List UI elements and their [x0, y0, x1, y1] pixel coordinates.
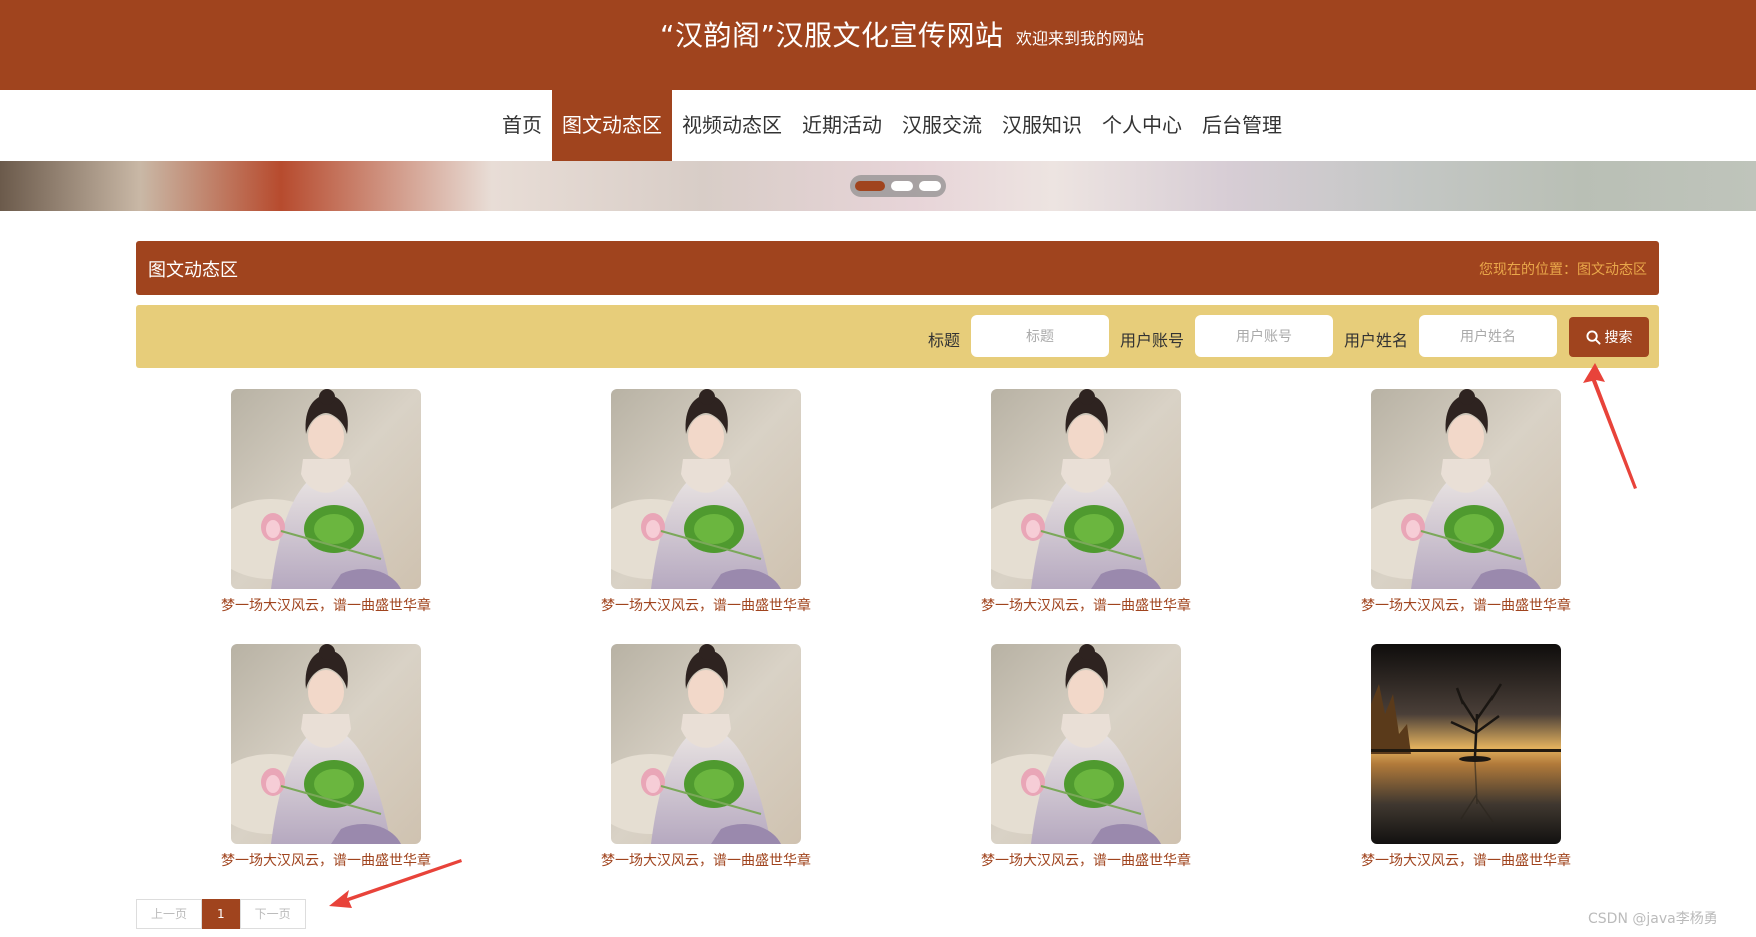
prev-page-button[interactable]: 上一页: [136, 899, 203, 929]
nav-item-admin[interactable]: 后台管理: [1192, 90, 1292, 161]
account-input[interactable]: [1195, 315, 1333, 357]
current-page-button[interactable]: 1: [202, 899, 240, 929]
pagination: 上一页 1 下一页: [136, 899, 306, 929]
title-label: 标题: [928, 331, 961, 350]
post-image[interactable]: [991, 644, 1181, 844]
search-button[interactable]: 搜索: [1569, 317, 1649, 357]
site-title: “汉韵阁”汉服文化宣传网站: [660, 19, 1004, 52]
nav-item-image-text[interactable]: 图文动态区: [552, 90, 672, 161]
title-input[interactable]: [971, 315, 1109, 357]
name-input[interactable]: [1419, 315, 1557, 357]
carousel-dot[interactable]: [855, 181, 885, 191]
section-header: 图文动态区 您现在的位置：图文动态区: [136, 241, 1659, 295]
site-header: “汉韵阁”汉服文化宣传网站 欢迎来到我的网站: [0, 0, 1756, 90]
post-title[interactable]: 梦一场大汉风云，谱一曲盛世华章: [571, 850, 841, 870]
post-card[interactable]: 梦一场大汉风云，谱一曲盛世华章: [951, 644, 1191, 874]
post-card[interactable]: 梦一场大汉风云，谱一曲盛世华章: [1331, 644, 1571, 874]
nav-item-video[interactable]: 视频动态区: [672, 90, 792, 161]
nav-item-events[interactable]: 近期活动: [792, 90, 892, 161]
welcome-text: 欢迎来到我的网站: [1016, 29, 1145, 48]
search-icon: [1585, 329, 1601, 345]
nav-item-exchange[interactable]: 汉服交流: [892, 90, 992, 161]
nav-item-home[interactable]: 首页: [492, 90, 552, 161]
post-card[interactable]: 梦一场大汉风云，谱一曲盛世华章: [571, 389, 811, 619]
watermark: CSDN @java李杨勇: [1588, 911, 1718, 927]
carousel-dot[interactable]: [919, 181, 941, 191]
post-title[interactable]: 梦一场大汉风云，谱一曲盛世华章: [1331, 595, 1601, 615]
post-image[interactable]: [231, 389, 421, 589]
search-button-label: 搜索: [1604, 330, 1633, 346]
post-image[interactable]: [1371, 644, 1561, 844]
banner-carousel: [0, 161, 1756, 211]
name-label: 用户姓名: [1344, 331, 1409, 350]
main-nav: 首页 图文动态区 视频动态区 近期活动 汉服交流 汉服知识 个人中心 后台管理: [0, 90, 1756, 161]
post-title[interactable]: 梦一场大汉风云，谱一曲盛世华章: [951, 595, 1221, 615]
section-title: 图文动态区: [148, 260, 238, 281]
post-card[interactable]: 梦一场大汉风云，谱一曲盛世华章: [571, 644, 811, 874]
carousel-indicator: [850, 175, 946, 197]
post-title[interactable]: 梦一场大汉风云，谱一曲盛世华章: [951, 850, 1221, 870]
breadcrumb: 您现在的位置：图文动态区: [1479, 262, 1647, 278]
post-title[interactable]: 梦一场大汉风云，谱一曲盛世华章: [571, 595, 841, 615]
post-image[interactable]: [991, 389, 1181, 589]
annotation-arrow: [329, 859, 462, 908]
post-image[interactable]: [1371, 389, 1561, 589]
next-page-button[interactable]: 下一页: [239, 899, 306, 929]
post-image[interactable]: [231, 644, 421, 844]
post-card[interactable]: 梦一场大汉风云，谱一曲盛世华章: [951, 389, 1191, 619]
post-title[interactable]: 梦一场大汉风云，谱一曲盛世华章: [1331, 850, 1601, 870]
account-label: 用户账号: [1120, 331, 1185, 350]
nav-item-knowledge[interactable]: 汉服知识: [992, 90, 1092, 161]
post-card[interactable]: 梦一场大汉风云，谱一曲盛世华章: [191, 389, 431, 619]
post-title[interactable]: 梦一场大汉风云，谱一曲盛世华章: [191, 595, 461, 615]
carousel-dot[interactable]: [891, 181, 913, 191]
annotation-arrow: [1583, 363, 1637, 489]
search-bar: 标题 用户账号 用户姓名 搜索: [136, 305, 1659, 368]
nav-item-profile[interactable]: 个人中心: [1092, 90, 1192, 161]
post-card[interactable]: 梦一场大汉风云，谱一曲盛世华章: [1331, 389, 1571, 619]
post-image[interactable]: [611, 644, 801, 844]
post-card[interactable]: 梦一场大汉风云，谱一曲盛世华章: [191, 644, 431, 874]
post-image[interactable]: [611, 389, 801, 589]
